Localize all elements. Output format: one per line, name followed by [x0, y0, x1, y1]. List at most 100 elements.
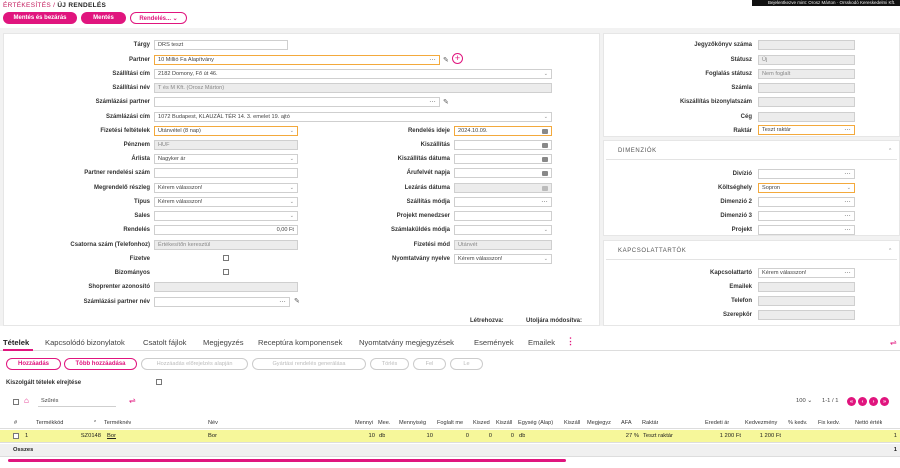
tab-megjegyzes[interactable]: Megjegyzés: [203, 338, 244, 347]
table-row[interactable]: 1 SZ0148 Bor Bor 10 db 10 0 0 0 db 27 % …: [0, 430, 900, 443]
more-icon[interactable]: …: [844, 226, 851, 233]
szamlazasi-cim-select[interactable]: 1072 Budapest, KLAUZÁL TÉR 14. 3. emelet…: [154, 112, 552, 122]
tab-csatolt-fajlok[interactable]: Csatolt fájlok: [143, 338, 186, 347]
row-termeknev-link[interactable]: Bor: [107, 433, 116, 439]
calendar-icon[interactable]: [542, 129, 548, 134]
more-icon[interactable]: …: [541, 198, 548, 205]
more-icon[interactable]: …: [844, 198, 851, 205]
col-raktar[interactable]: Raktár: [642, 420, 658, 426]
rendeles-ideje-input[interactable]: 2024.10.09.: [454, 126, 552, 136]
tab-receptura-komponensek[interactable]: Receptúra komponensek: [258, 338, 342, 347]
szamla-input[interactable]: [758, 83, 855, 93]
user-info[interactable]: Bejelentkezve mint: Orosz Márton · Orssk…: [752, 0, 900, 6]
calendar-icon[interactable]: [542, 143, 548, 148]
col-nev[interactable]: Név: [208, 420, 218, 426]
sort-icon[interactable]: ^: [94, 420, 96, 426]
col-kiszall[interactable]: Kiszáll: [496, 420, 515, 426]
breadcrumb-root[interactable]: ÉRTÉKESÍTÉS: [3, 2, 51, 9]
move-up-button[interactable]: Fel: [413, 358, 446, 370]
col-mee[interactable]: Mee.: [378, 420, 390, 426]
chevron-up-icon[interactable]: ^: [889, 148, 891, 154]
col-afa[interactable]: ÁFA: [621, 420, 632, 426]
save-and-close-button[interactable]: Mentés és bezárás: [3, 12, 77, 24]
col-kiszall2[interactable]: Kiszáll: [564, 420, 584, 426]
penznem-input[interactable]: HUF: [154, 140, 298, 150]
add-partner-icon[interactable]: +: [452, 53, 463, 64]
partner-input[interactable]: 10 Millió Fa Alapítvány…: [154, 55, 440, 65]
more-icon[interactable]: …: [844, 126, 851, 133]
generate-production-order-button[interactable]: Gyártási rendelés generálása: [252, 358, 366, 370]
raktar-input[interactable]: Teszt raktár…: [758, 125, 855, 135]
lezaras-datuma-input[interactable]: [454, 183, 552, 193]
projekt-input[interactable]: …: [758, 225, 855, 235]
divizio-input[interactable]: …: [758, 169, 855, 179]
partner-rendelesi-szam-input[interactable]: [154, 168, 298, 178]
szamlazasi-partner-nev-input[interactable]: …: [154, 297, 290, 307]
szamlakuldes-modja-select[interactable]: ⌄: [454, 225, 552, 235]
row-checkbox[interactable]: [13, 433, 19, 439]
edit-icon[interactable]: ✎: [294, 297, 300, 305]
col-fix-kedv[interactable]: Fix kedv.: [818, 420, 840, 426]
col-mennyiseg-short[interactable]: Mennyi: [355, 420, 376, 426]
more-icon[interactable]: …: [844, 212, 851, 219]
bizomanyos-checkbox[interactable]: [223, 269, 229, 275]
edit-icon[interactable]: ✎: [443, 56, 449, 64]
arlista-select[interactable]: Nagyker ár ⌄: [154, 154, 298, 164]
add-multiple-button[interactable]: Több hozzáadása: [64, 358, 137, 370]
col-egyseg[interactable]: Egység (Alap): [518, 420, 562, 426]
select-all-checkbox[interactable]: [13, 399, 19, 405]
statusz-input[interactable]: Új: [758, 55, 855, 65]
col-megjegyzes[interactable]: Megjegyz: [587, 420, 619, 426]
kiszallitas-datuma-input[interactable]: [454, 154, 552, 164]
kiszallitas-bizonylatszam-input[interactable]: [758, 97, 855, 107]
delete-button[interactable]: Törlés: [370, 358, 409, 370]
fizetesi-mod-input[interactable]: Utánvét: [454, 240, 552, 250]
horizontal-scrollbar[interactable]: [8, 459, 566, 462]
chevron-up-icon[interactable]: ^: [889, 248, 891, 254]
order-dropdown-button[interactable]: Rendelés... ⌄: [130, 12, 187, 24]
more-icon[interactable]: …: [279, 298, 286, 305]
projekt-menedzser-input[interactable]: [454, 211, 552, 221]
col-index[interactable]: #: [14, 420, 17, 426]
hide-served-items-checkbox[interactable]: [156, 379, 162, 385]
shoprenter-input[interactable]: [154, 282, 298, 292]
fizetesi-feltetelek-select[interactable]: Utánvétel (8 nap) ⌄: [154, 126, 298, 136]
tab-kapcsolodo-bizonylatok[interactable]: Kapcsolódó bizonylatok: [45, 338, 125, 347]
more-icon[interactable]: …: [844, 269, 851, 276]
tab-emailek[interactable]: Emailek: [528, 338, 555, 347]
col-eredeti-ar[interactable]: Eredeti ár: [705, 420, 729, 426]
dimenzio2-input[interactable]: …: [758, 197, 855, 207]
emailek-input[interactable]: [758, 282, 855, 292]
more-icon[interactable]: …: [429, 56, 436, 63]
swap-icon[interactable]: ⇌: [890, 338, 897, 347]
dimenzio3-input[interactable]: …: [758, 211, 855, 221]
rendeles-amount[interactable]: 0,00 Ft: [154, 225, 298, 235]
add-item-button[interactable]: Hozzáadás: [6, 358, 61, 370]
col-szazalek-kedv[interactable]: % kedv.: [788, 420, 807, 426]
edit-icon[interactable]: ✎: [443, 98, 449, 106]
fizetve-checkbox[interactable]: [223, 255, 229, 261]
col-termeknev[interactable]: Terméknév: [104, 420, 131, 426]
szallitasi-cim-select[interactable]: 2182 Domony, Fő út 46. ⌄: [154, 69, 552, 79]
tipus-select[interactable]: Kérem válasszon! ⌄: [154, 197, 298, 207]
prev-page-icon[interactable]: ‹: [858, 397, 867, 406]
col-foglalt[interactable]: Foglalt me: [437, 420, 471, 426]
first-page-icon[interactable]: «: [847, 397, 856, 406]
megrendelo-reszleg-select[interactable]: Kérem válasszon! ⌄: [154, 183, 298, 193]
more-tabs-icon[interactable]: ⋮: [566, 336, 575, 347]
ceg-input[interactable]: [758, 112, 855, 122]
szamlazasi-partner-input[interactable]: …: [154, 97, 440, 107]
col-mennyiseg[interactable]: Mennyiség: [399, 420, 435, 426]
csatorna-szam-input[interactable]: Értékesítőn keresztül: [154, 240, 298, 250]
filter-icon[interactable]: ⌂: [24, 396, 29, 405]
save-button[interactable]: Mentés: [81, 12, 126, 24]
move-down-button[interactable]: Le: [450, 358, 483, 370]
targy-input[interactable]: DRS teszt: [154, 40, 288, 50]
more-icon[interactable]: …: [429, 98, 436, 105]
szallitas-modja-input[interactable]: …: [454, 197, 552, 207]
kapcsolattarto-input[interactable]: Kérem válasszon!…: [758, 268, 855, 278]
tab-tetelek[interactable]: Tételek: [3, 338, 29, 347]
szallitasi-nev-input[interactable]: T és M Kft. (Orosz Márton): [154, 83, 552, 93]
foglalas-statusz-input[interactable]: Nem foglalt: [758, 69, 855, 79]
koltseghely-select[interactable]: Sopron ⌄: [758, 183, 855, 193]
